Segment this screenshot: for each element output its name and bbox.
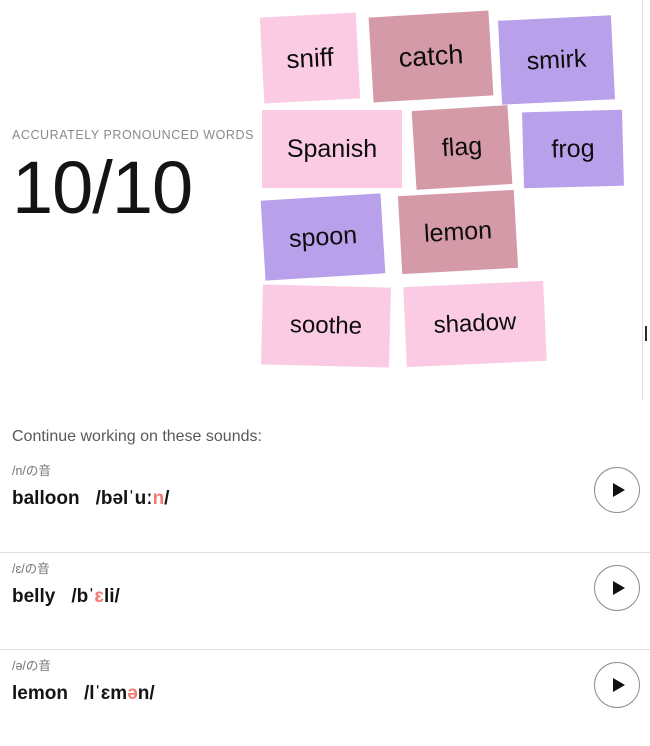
sound-ipa: /bəlˈuːn/	[96, 488, 170, 509]
word-card-label: frog	[551, 133, 595, 164]
word-cloud: sniff catch smirk Spanish flag frog spoon lemon…	[0, 0, 650, 395]
word-card: soothe	[261, 284, 391, 368]
ipa-highlight: ɛ	[94, 586, 104, 607]
play-icon	[613, 483, 625, 497]
ipa-prefix: /lˈɛm	[83, 683, 128, 704]
sound-word-line: balloon/bəlˈuːn/	[12, 487, 169, 511]
play-button[interactable]	[594, 467, 640, 513]
word-card: Spanish	[262, 110, 402, 188]
play-icon	[613, 678, 625, 692]
word-card-label: catch	[397, 39, 465, 73]
play-button[interactable]	[594, 662, 640, 708]
word-card-label: lemon	[423, 215, 493, 248]
word-card: spoon	[260, 193, 386, 281]
ipa-suffix: /	[164, 488, 170, 509]
results-summary-section: ACCURATELY PRONOUNCED WORDS 10/10 sniff c…	[0, 0, 650, 400]
ipa-highlight: n	[152, 488, 165, 509]
word-card: catch	[368, 10, 494, 103]
word-card-label: soothe	[289, 311, 363, 340]
sound-ipa: /lˈɛmən/	[84, 683, 155, 704]
word-card-label: Spanish	[286, 134, 378, 163]
word-card: sniff	[259, 12, 361, 104]
word-card: frog	[522, 109, 624, 189]
word-card-label: sniff	[285, 41, 335, 74]
word-card: lemon	[397, 189, 519, 275]
sound-ipa: /bˈɛli/	[71, 586, 120, 607]
sound-word: lemon	[12, 683, 68, 704]
panel-right-divider	[642, 0, 643, 400]
word-card-label: spoon	[288, 220, 358, 253]
sound-word: balloon	[12, 488, 80, 509]
sound-row: /n/の音 balloon/bəlˈuːn/	[0, 455, 650, 552]
sound-row: /ɛ/の音 belly/bˈɛli/	[0, 552, 650, 649]
play-icon	[613, 581, 625, 595]
word-card: flag	[411, 105, 513, 190]
word-card: shadow	[403, 280, 547, 368]
word-card: smirk	[498, 15, 615, 105]
sound-row-text: /ə/の音 lemon/lˈɛmən/	[12, 659, 155, 706]
ipa-highlight: ə	[127, 683, 138, 704]
ipa-prefix: /bˈ	[71, 586, 95, 607]
word-card-label: smirk	[525, 44, 587, 75]
word-card-label: shadow	[433, 308, 517, 339]
sound-phoneme-label: /n/の音	[12, 464, 51, 478]
ipa-suffix: n/	[137, 683, 155, 704]
text-caret	[645, 326, 647, 341]
sounds-heading: Continue working on these sounds:	[12, 428, 262, 445]
ipa-suffix: li/	[103, 586, 120, 607]
sound-phoneme-label: /ɛ/の音	[12, 562, 50, 576]
sound-row-text: /n/の音 balloon/bəlˈuːn/	[12, 464, 169, 511]
sounds-list: /n/の音 balloon/bəlˈuːn//ɛ/の音 belly/bˈɛli//ə…	[0, 455, 650, 746]
sound-word-line: belly/bˈɛli/	[12, 585, 120, 609]
sound-phoneme-label: /ə/の音	[12, 659, 51, 673]
play-button[interactable]	[594, 565, 640, 611]
word-card-label: flag	[440, 131, 483, 163]
sound-row: /ə/の音 lemon/lˈɛmən/	[0, 649, 650, 746]
sound-word-line: lemon/lˈɛmən/	[12, 682, 155, 706]
sound-word: belly	[12, 586, 56, 607]
ipa-prefix: /bəlˈuː	[95, 488, 153, 509]
sound-row-text: /ɛ/の音 belly/bˈɛli/	[12, 562, 120, 609]
